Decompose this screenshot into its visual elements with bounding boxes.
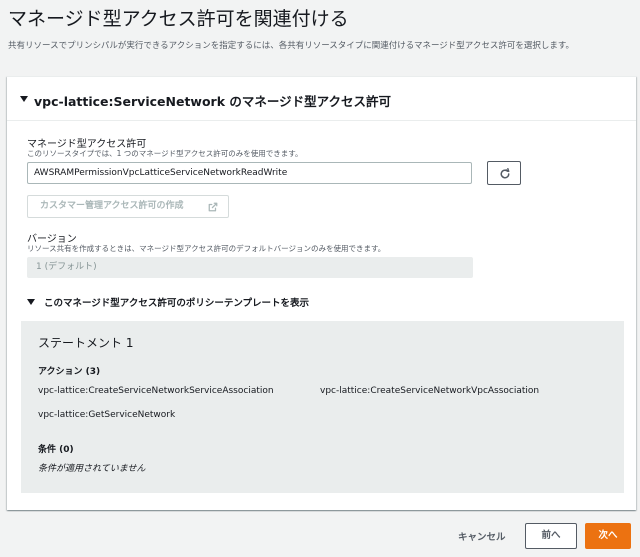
- action-item: vpc-lattice:CreateServiceNetworkServiceA…: [38, 386, 274, 396]
- action-item: vpc-lattice:CreateServiceNetworkVpcAssoc…: [320, 386, 540, 396]
- previous-button[interactable]: 前へ: [525, 523, 577, 549]
- cancel-button[interactable]: キャンセル: [458, 529, 506, 543]
- policy-template-toggle[interactable]: このマネージド型アクセス許可のポリシーテンプレートを表示: [44, 295, 309, 309]
- managed-permission-select[interactable]: AWSRAMPermissionVpcLatticeServiceNetwork…: [27, 162, 472, 184]
- version-field: 1 (デフォルト): [27, 257, 473, 278]
- statement-title: ステートメント 1: [38, 336, 134, 350]
- create-button-label: カスタマー管理アクセス許可の作成: [40, 201, 184, 211]
- panel-header[interactable]: vpc-lattice:ServiceNetwork のマネージド型アクセス許可: [7, 77, 636, 121]
- caret-down-icon[interactable]: [27, 299, 35, 305]
- page-title: マネージド型アクセス許可を関連付ける: [8, 8, 349, 30]
- permission-description: このリソースタイプでは、1 つのマネージド型アクセス許可のみを使用できます。: [27, 149, 303, 158]
- next-button[interactable]: 次へ: [585, 523, 631, 549]
- version-description: リソース共有を作成するときは、マネージド型アクセス許可のデフォルトバージョンのみ…: [27, 244, 386, 253]
- external-link-icon: [208, 202, 218, 212]
- conditions-heading: 条件 (0): [38, 445, 74, 455]
- page-description: 共有リソースでプリンシパルが実行できるアクションを指定するには、各共有リソースタ…: [8, 41, 575, 51]
- conditions-empty-text: 条件が適用されていません: [38, 464, 146, 474]
- create-customer-managed-permission-button[interactable]: カスタマー管理アクセス許可の作成: [27, 195, 229, 218]
- panel-title: vpc-lattice:ServiceNetwork のマネージド型アクセス許可: [34, 94, 392, 109]
- refresh-button[interactable]: [487, 161, 521, 185]
- actions-heading: アクション (3): [38, 367, 101, 377]
- caret-down-icon[interactable]: [20, 96, 28, 102]
- refresh-icon: [500, 168, 510, 179]
- action-item: vpc-lattice:GetServiceNetwork: [38, 410, 176, 420]
- permission-panel: vpc-lattice:ServiceNetwork のマネージド型アクセス許可…: [7, 76, 636, 510]
- policy-template-box: ステートメント 1 アクション (3) vpc-lattice:CreateSe…: [21, 321, 624, 493]
